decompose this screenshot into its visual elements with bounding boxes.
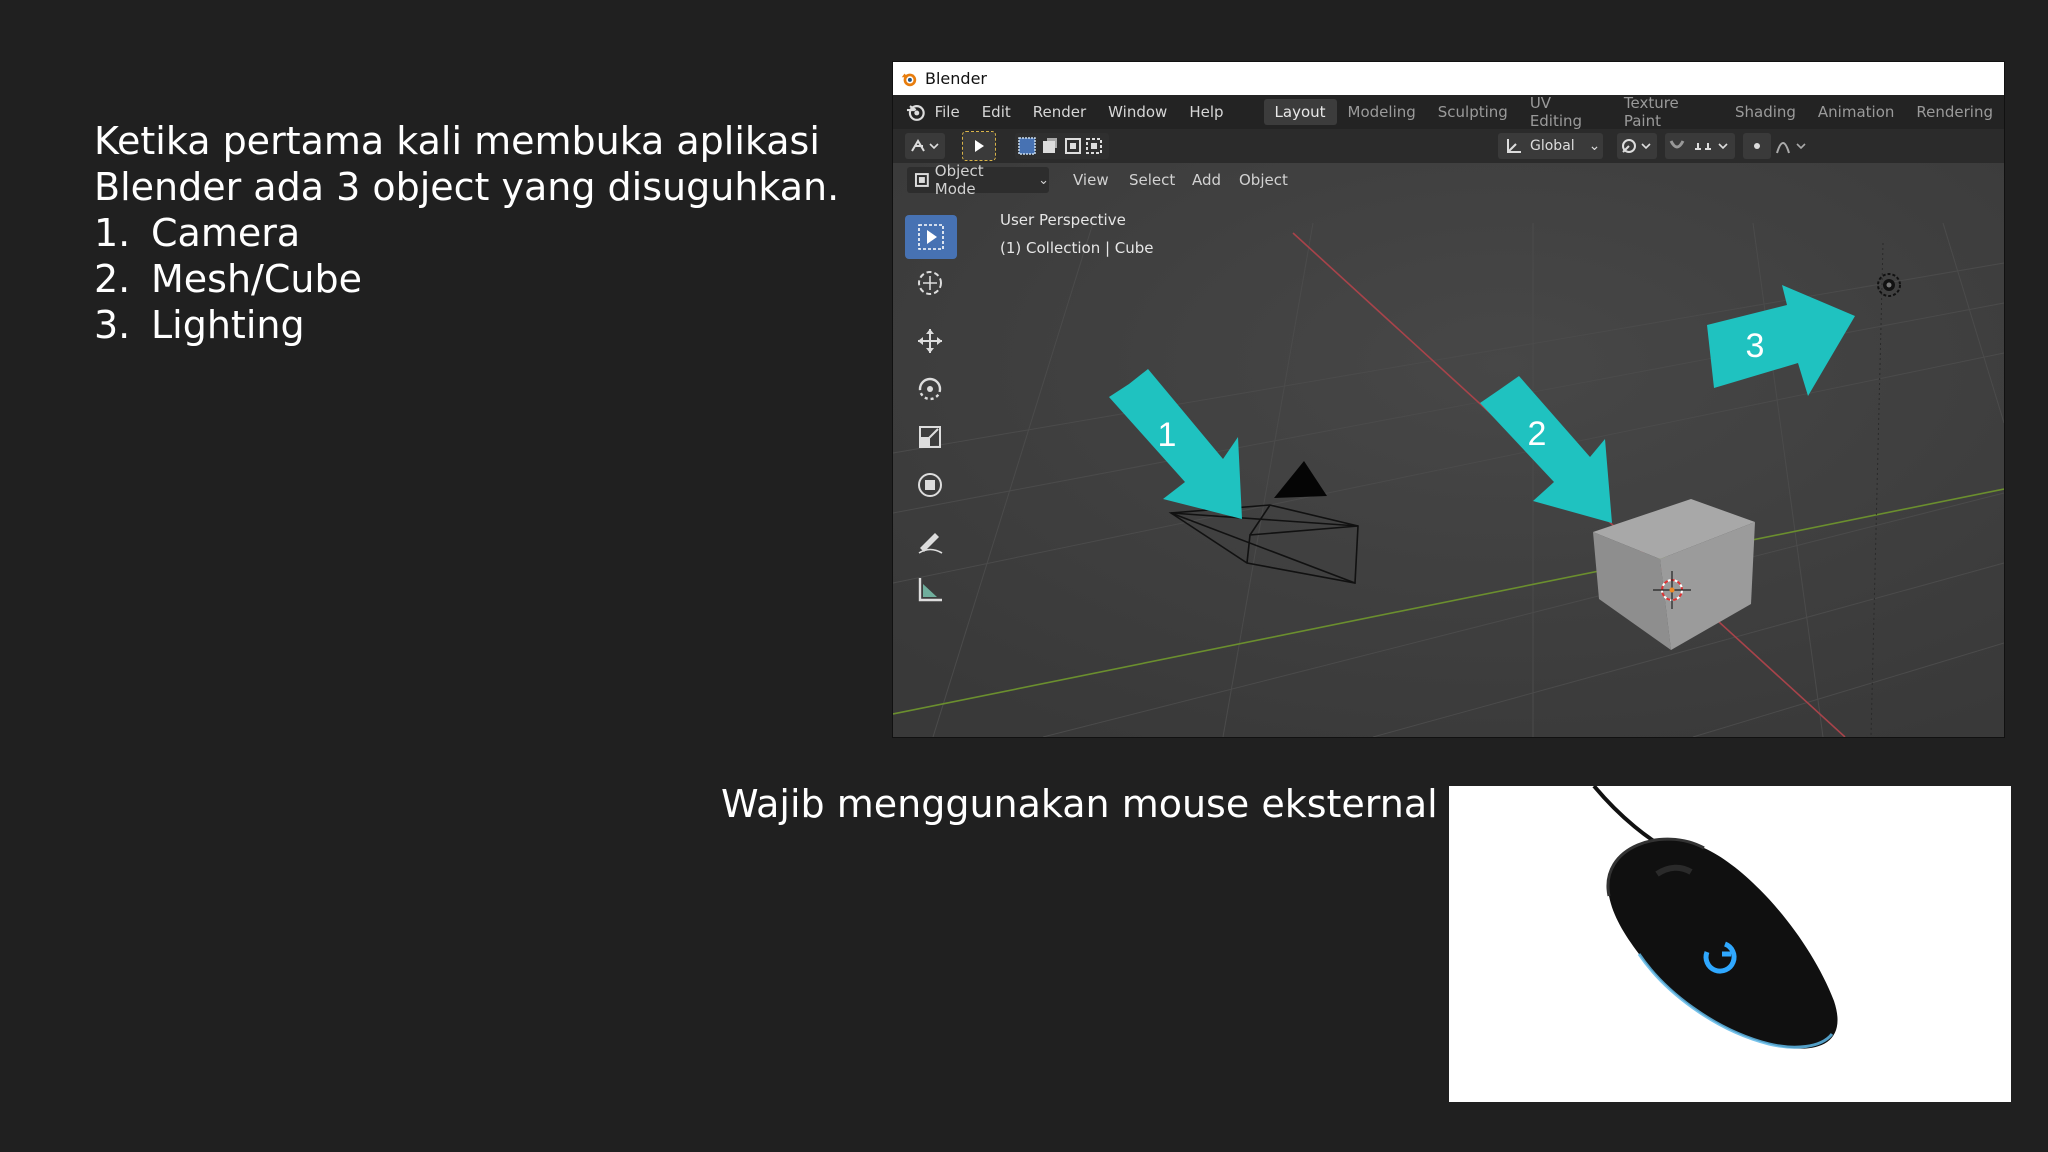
list-number: 3. (94, 303, 131, 347)
tool-select-box[interactable] (905, 215, 957, 259)
transform-icon (918, 473, 942, 497)
blender-logo-icon (901, 73, 917, 86)
list-item: 3. Lighting (94, 302, 894, 348)
selection-mode-icons (1018, 137, 1102, 155)
scale-icon (919, 426, 941, 448)
tool-measure[interactable] (905, 567, 955, 611)
pivot-link-icon (1622, 139, 1651, 153)
tool-cursor[interactable] (905, 261, 955, 305)
viewport-perspective-label: User Perspective (1000, 211, 1126, 229)
object-mode-icon (914, 173, 929, 187)
tab-texture-paint[interactable]: Texture Paint (1613, 90, 1724, 134)
viewport-collection-label: (1) Collection | Cube (1000, 239, 1154, 257)
title-bar: Blender (893, 62, 2004, 95)
falloff-dropdown[interactable] (1773, 133, 1813, 159)
snapping-group[interactable] (1665, 133, 1735, 159)
marker-3-label: 3 (1746, 327, 1765, 365)
tool-move[interactable] (905, 319, 955, 363)
header-menu-select[interactable]: Select (1129, 171, 1175, 189)
intro-line-2: Blender ada 3 object yang disuguhkan. (94, 165, 840, 209)
tool-scale[interactable] (905, 415, 955, 459)
marker-2-label: 2 (1528, 415, 1547, 453)
workspace-tabs: Layout Modeling Sculpting UV Editing Tex… (1263, 94, 2004, 130)
orientation-icon (1507, 139, 1521, 153)
tab-modeling[interactable]: Modeling (1337, 99, 1427, 125)
chevron-down-icon: ⌄ (1038, 172, 1049, 188)
mouse-caption: Wajib menggunakan mouse eksternal (721, 782, 1438, 826)
annotate-pencil-icon (918, 533, 943, 554)
menu-window[interactable]: Window (1108, 103, 1167, 121)
mode-value: Object Mode (934, 162, 984, 198)
tab-uv-editing[interactable]: UV Editing (1519, 90, 1613, 134)
tab-layout[interactable]: Layout (1263, 99, 1337, 125)
select-mode-button[interactable] (962, 131, 996, 161)
proportional-edit-toggle[interactable] (1743, 133, 1771, 159)
3d-viewport[interactable]: 1 2 3 Object Mode ⌄ View Select Add Obje… (893, 162, 2004, 737)
intro-text: Ketika pertama kali membuka aplikasi Ble… (94, 118, 894, 348)
editor-type-icon (911, 139, 939, 152)
measure-ruler-icon (918, 578, 942, 602)
top-menu-bar: File Edit Render Window Help Layout Mode… (893, 94, 2004, 130)
header-menu-object[interactable]: Object (1239, 171, 1288, 189)
chevron-down-icon: ⌄ (1588, 138, 1601, 154)
list-item: 1. Camera (94, 210, 894, 256)
tool-settings-bar: Global ⌄ (893, 129, 2004, 163)
tool-rotate[interactable] (905, 367, 955, 411)
list-label: Lighting (151, 303, 305, 347)
orientation-value: Global (1530, 138, 1575, 154)
viewport-header: Object Mode ⌄ View Select Add Object (893, 162, 2004, 198)
pivot-point-dropdown[interactable] (1617, 133, 1657, 159)
marker-1-label: 1 (1158, 416, 1177, 454)
tool-annotate[interactable] (905, 519, 955, 563)
falloff-curve-icon (1776, 142, 1806, 154)
list-label: Mesh/Cube (151, 257, 362, 301)
cursor-arrow-icon (975, 140, 984, 152)
intro-line-1: Ketika pertama kali membuka aplikasi (94, 119, 820, 163)
mouse-image (1449, 786, 2011, 1102)
cursor-icon (918, 271, 942, 295)
menu-help[interactable]: Help (1189, 103, 1223, 121)
tab-rendering[interactable]: Rendering (1905, 99, 2004, 125)
menu-render[interactable]: Render (1033, 103, 1086, 121)
selection-mode-group (1015, 133, 1109, 159)
rotate-icon (918, 377, 942, 401)
editor-type-dropdown[interactable] (905, 133, 945, 159)
window-title: Blender (925, 69, 987, 88)
tool-transform[interactable] (905, 463, 955, 507)
proportional-dot-icon (1754, 143, 1760, 149)
snap-magnet-icon (1669, 140, 1728, 150)
menu-file[interactable]: File (935, 103, 960, 121)
header-menu-view[interactable]: View (1073, 171, 1109, 189)
blender-menu-icon[interactable] (905, 101, 927, 123)
blender-window: Blender File Edit Render Window Help Lay… (893, 62, 2004, 737)
tab-animation[interactable]: Animation (1807, 99, 1905, 125)
list-number: 2. (94, 257, 131, 301)
gaming-mouse-illustration (1449, 786, 2011, 1102)
menu-edit[interactable]: Edit (982, 103, 1011, 121)
list-item: 2. Mesh/Cube (94, 256, 894, 302)
header-menu-add[interactable]: Add (1192, 171, 1221, 189)
list-label: Camera (151, 211, 301, 255)
move-icon (918, 329, 942, 353)
list-number: 1. (94, 211, 131, 255)
tab-shading[interactable]: Shading (1724, 99, 1807, 125)
tab-sculpting[interactable]: Sculpting (1427, 99, 1519, 125)
select-box-icon (918, 224, 944, 250)
toolbar (905, 215, 957, 615)
transform-orientation-dropdown[interactable]: Global ⌄ (1498, 133, 1603, 159)
mode-dropdown[interactable]: Object Mode ⌄ (907, 162, 1049, 198)
object-list: 1. Camera 2. Mesh/Cube 3. Lighting (94, 210, 894, 348)
